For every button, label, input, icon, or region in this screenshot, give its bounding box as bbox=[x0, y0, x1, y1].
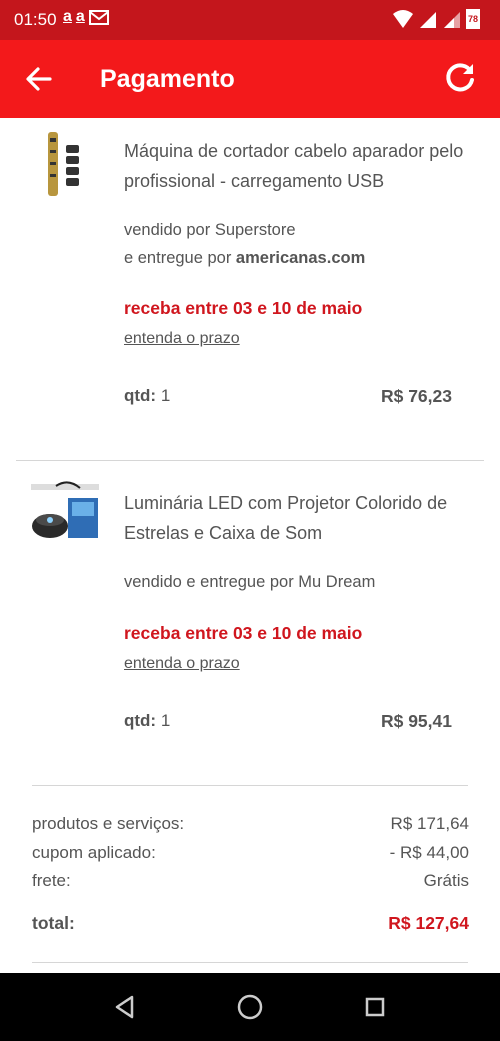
delivered-by-brand: americanas.com bbox=[235, 249, 366, 267]
summary-coupon-label: cupom aplicado: bbox=[32, 843, 156, 862]
page-title: Pagamento bbox=[100, 65, 235, 93]
product-price: R$ 76,23 bbox=[380, 386, 452, 406]
battery-icon: 78 bbox=[466, 9, 480, 29]
delivered-by-prefix: e entregue por bbox=[124, 249, 236, 267]
delivery-estimate: receba entre 03 e 10 de maio bbox=[124, 623, 363, 643]
product-item-2: Luminária LED com Projetor Colorido de E… bbox=[0, 462, 500, 782]
notification-icons: a a bbox=[63, 8, 109, 26]
delivery-by-line: e entregue por americanas.com bbox=[124, 244, 474, 272]
nav-recents-icon[interactable] bbox=[360, 992, 390, 1022]
divider bbox=[32, 785, 468, 786]
summary-shipping-value: Grátis bbox=[423, 871, 469, 890]
summary-products-value: R$ 171,64 bbox=[390, 814, 469, 833]
battery-level: 78 bbox=[468, 14, 479, 24]
seller-line: vendido por Superstore bbox=[124, 221, 296, 239]
signal-icon bbox=[444, 12, 460, 28]
product-name[interactable]: Máquina de cortador cabelo aparador pelo… bbox=[124, 136, 474, 196]
hair-clipper-product-image bbox=[48, 132, 79, 196]
summary-shipping-row: frete: Grátis bbox=[32, 871, 469, 891]
quantity: qtd: 1 bbox=[124, 711, 170, 731]
summary-coupon-value: - R$ 44,00 bbox=[389, 843, 469, 862]
quantity-value: 1 bbox=[160, 711, 171, 730]
wifi-icon bbox=[393, 10, 413, 28]
summary-total-label: total: bbox=[32, 913, 75, 933]
nav-home-icon[interactable] bbox=[235, 992, 265, 1022]
summary-coupon-row: cupom aplicado: - R$ 44,00 bbox=[32, 843, 469, 863]
summary-total-value: R$ 127,64 bbox=[388, 913, 469, 933]
delivery-estimate: receba entre 03 e 10 de maio bbox=[124, 298, 363, 318]
quantity-label: qtd: bbox=[124, 386, 157, 405]
understand-deadline-link[interactable]: entenda o prazo bbox=[124, 330, 240, 348]
status-indicators: 78 bbox=[392, 9, 480, 29]
americanas-notification-icon: a bbox=[63, 8, 72, 25]
understand-deadline-link[interactable]: entenda o prazo bbox=[124, 655, 240, 673]
mail-icon bbox=[88, 10, 109, 25]
app-bar: Pagamento bbox=[0, 40, 500, 118]
back-arrow-icon[interactable] bbox=[22, 62, 56, 96]
nav-back-icon[interactable] bbox=[110, 992, 140, 1022]
quantity-value: 1 bbox=[160, 386, 171, 405]
product-name[interactable]: Luminária LED com Projetor Colorido de E… bbox=[124, 488, 474, 548]
status-bar: 01:50 a a 78 bbox=[0, 0, 500, 40]
product-price: R$ 95,41 bbox=[380, 711, 452, 731]
summary-products-label: produtos e serviços: bbox=[32, 814, 185, 833]
americanas-notification-icon: a bbox=[75, 8, 85, 25]
divider bbox=[16, 460, 484, 461]
product-item-1: Máquina de cortador cabelo aparador pelo… bbox=[0, 118, 500, 458]
refresh-icon[interactable] bbox=[442, 60, 478, 96]
summary-products-row: produtos e serviços: R$ 171,64 bbox=[32, 814, 469, 834]
signal-icon bbox=[420, 12, 436, 28]
quantity: qtd: 1 bbox=[124, 386, 170, 406]
seller-info: vendido e entregue por Mu Dream bbox=[124, 573, 376, 591]
summary-shipping-label: frete: bbox=[32, 871, 71, 890]
seller-info: vendido por Superstore e entregue por am… bbox=[124, 216, 474, 272]
system-navigation-bar bbox=[0, 973, 500, 1041]
summary-total-row: total: R$ 127,64 bbox=[32, 913, 469, 934]
divider bbox=[32, 962, 468, 963]
status-time: 01:50 bbox=[14, 10, 57, 29]
quantity-label: qtd: bbox=[124, 711, 157, 730]
led-projector-product-image bbox=[31, 481, 99, 538]
